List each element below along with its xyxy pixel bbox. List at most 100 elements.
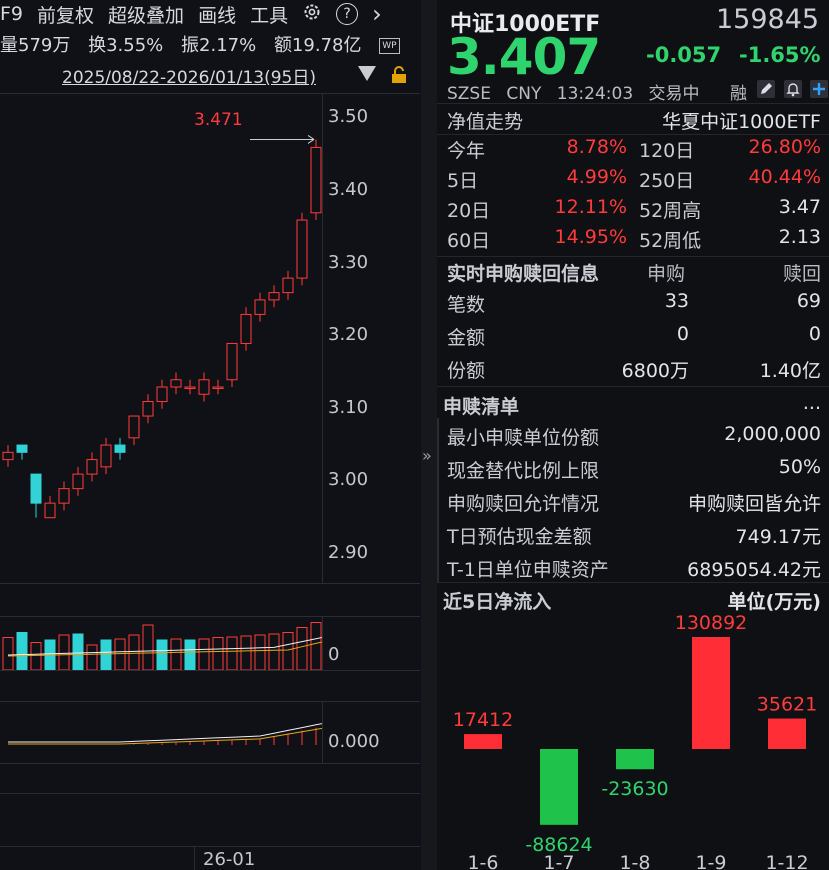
candle-body	[16, 444, 28, 453]
candle-body	[2, 451, 14, 461]
list-header[interactable]: 申赎清单 ...	[443, 392, 821, 422]
draw-line-button[interactable]: 画线	[198, 1, 236, 28]
candle-body	[128, 415, 140, 439]
realtime-row: 金额 0 0	[447, 323, 821, 353]
market-code: SZSE	[447, 84, 491, 104]
price-axis-label: 3.20	[328, 324, 369, 346]
margin-tag[interactable]: 融	[730, 79, 747, 104]
volume-bar	[184, 639, 196, 670]
quote-time: 13:24:03	[556, 84, 634, 104]
add-icon[interactable]	[810, 80, 828, 98]
volume-bar	[30, 642, 42, 670]
perf-label: 250日	[639, 170, 695, 192]
candle-body	[44, 502, 56, 519]
overlay-button[interactable]: 超级叠加	[108, 1, 184, 28]
volume-bar	[254, 634, 266, 670]
volume-chart[interactable]	[0, 616, 322, 670]
volume-bar	[282, 632, 294, 670]
candle-body	[310, 146, 322, 214]
candlestick-chart[interactable]	[0, 93, 322, 583]
price-axis-label: 3.00	[328, 469, 369, 491]
inflow-category-label: 1-12	[765, 852, 808, 870]
volume-bar	[16, 632, 28, 670]
edit-icon[interactable]	[757, 80, 775, 98]
volume-bar	[268, 633, 280, 670]
volume-bar	[114, 638, 126, 670]
subscribe-value: 6800万	[621, 360, 689, 382]
candle-body	[254, 299, 266, 315]
volume-bar	[296, 627, 308, 670]
nav-title: 净值走势	[447, 111, 524, 133]
indicator-chart[interactable]	[0, 701, 322, 763]
perf-label: 120日	[639, 140, 695, 162]
realtime-row: 份额 6800万 1.40亿	[447, 356, 821, 386]
flow-unit: 单位(万元)	[727, 591, 821, 613]
chevron-right-icon[interactable]: ›	[372, 0, 382, 28]
quote-meta: SZSE CNY 13:24:03 交易中	[447, 79, 710, 104]
candle-body	[226, 342, 238, 381]
divider	[437, 386, 829, 387]
perf-value: 2.13	[778, 226, 821, 248]
nav-header[interactable]: 净值走势 华夏中证1000ETF	[447, 107, 821, 137]
list-label: T日预估现金差额	[447, 526, 592, 548]
divider	[437, 134, 829, 135]
inflow-category-label: 1-6	[467, 852, 498, 870]
perf-label: 52周低	[639, 230, 702, 252]
inflow-value-label: 130892	[675, 612, 748, 634]
volume-bar	[156, 639, 168, 670]
inflow-value-label: -23630	[601, 778, 668, 800]
volume-bar	[226, 636, 238, 670]
candle-body	[72, 473, 84, 490]
perf-value: 14.95%	[554, 226, 627, 248]
amplitude-stat: 振2.17%	[181, 35, 257, 56]
dropdown-triangle-icon[interactable]	[358, 66, 376, 81]
redeem-value: 69	[796, 290, 821, 312]
stats-line: 量579万 换3.55% 振2.17% 额19.78亿 WP	[0, 31, 420, 57]
col-subscribe: 申购	[647, 263, 686, 285]
expand-arrow-icon[interactable]: »	[422, 446, 432, 465]
turnover-stat: 换3.55%	[88, 35, 164, 56]
perf-label: 20日	[447, 200, 491, 222]
col-redeem: 赎回	[782, 263, 821, 285]
list-title: 申赎清单	[443, 396, 520, 418]
volume-bar	[128, 634, 140, 670]
list-value: 6895054.42元	[687, 559, 821, 581]
f9-button[interactable]: F9	[0, 3, 23, 25]
adjust-button[interactable]: 前复权	[37, 1, 94, 28]
price-change: -0.057	[646, 43, 722, 67]
inflow-value-label: 35621	[757, 694, 817, 716]
tools-button[interactable]: 工具	[250, 1, 288, 28]
help-icon[interactable]: ?	[336, 3, 359, 25]
redeem-value: 1.40亿	[759, 360, 821, 382]
lock-icon[interactable]	[390, 66, 408, 84]
trading-status: 交易中	[648, 84, 700, 104]
perf-value: 3.47	[778, 196, 821, 218]
list-row: 申购赎回允许情况 申购赎回皆允许	[447, 489, 821, 519]
perf-value: 40.44%	[748, 166, 821, 188]
list-value: 申购赎回皆允许	[687, 493, 821, 515]
candle-body	[30, 473, 42, 504]
currency: CNY	[506, 84, 542, 104]
candle-body	[240, 313, 252, 344]
divider	[0, 763, 420, 764]
inflow-bar	[464, 734, 502, 749]
gear-icon[interactable]	[302, 2, 322, 27]
wp-badge-icon[interactable]: WP	[379, 38, 400, 54]
perf-value: 26.80%	[748, 136, 821, 158]
more-icon[interactable]: ...	[803, 392, 821, 414]
list-scrollbar[interactable]	[437, 418, 439, 582]
candle-body	[268, 292, 280, 301]
volume-bar	[310, 622, 322, 670]
realtime-header: 实时申购赎回信息 申购 赎回	[447, 259, 821, 289]
date-range[interactable]: 2025/08/22-2026/01/13(95日)	[62, 63, 316, 88]
pane-splitter[interactable]	[421, 0, 437, 870]
realtime-label: 份额	[447, 360, 486, 382]
perf-row: 20日 12.11% 52周高 3.47	[447, 196, 821, 226]
bell-icon[interactable]	[784, 80, 802, 98]
net-inflow-chart[interactable]: 174121-6-886241-7-236301-81308921-935621…	[437, 612, 829, 870]
candle-body	[100, 444, 112, 468]
list-row: 现金替代比例上限 50%	[447, 456, 821, 486]
list-row: 最小申赎单位份额 2,000,000	[447, 423, 821, 453]
kline-pane: F9 前复权 超级叠加 画线 工具 ? › 量579万 换3.55% 振2.17…	[0, 0, 420, 870]
price-axis-label: 3.30	[328, 251, 369, 273]
